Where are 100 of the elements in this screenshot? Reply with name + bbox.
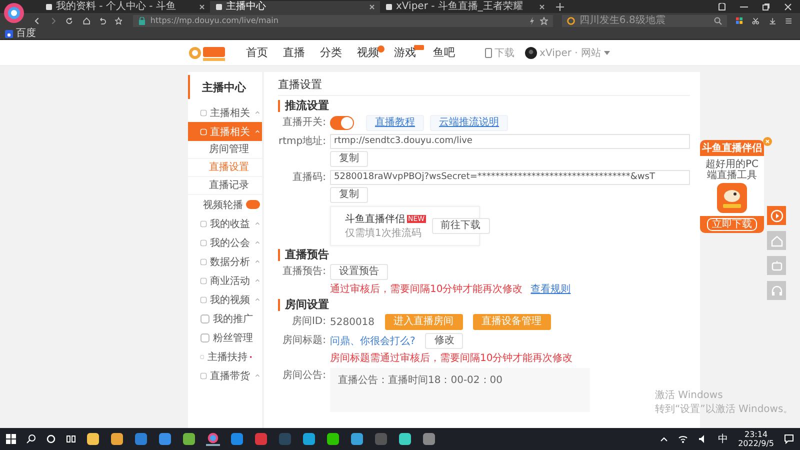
page-icon [385,3,393,11]
apps-icon[interactable] [736,16,744,26]
app-icon[interactable] [110,432,124,446]
sidebar-subitem[interactable]: 直播记录 [188,177,262,195]
close-icon[interactable] [539,4,545,10]
chevron-icon [255,129,260,134]
reload-icon[interactable] [66,16,74,26]
link-button[interactable]: 直播教程 [366,115,424,131]
text-field[interactable]: 5280018raWvpPBOj?wsSecret=**********************************&wsT [330,170,690,185]
title-link[interactable]: 问鼎、你很会打么? [330,334,416,348]
sidebar-subitem[interactable]: 房间管理 [188,141,262,159]
app-icon[interactable] [158,432,172,446]
scissors-icon[interactable] [752,16,760,26]
value-text: 5280018 [330,316,375,328]
home-icon[interactable] [82,16,90,26]
sidebar-item[interactable]: 数据分析 [188,252,262,271]
search-field[interactable]: 四川发生6.8级地震 [562,14,728,26]
notification-icon[interactable] [784,434,794,444]
app-icon[interactable] [302,432,316,446]
caret-icon [604,50,610,54]
text-field[interactable]: rtmp://sendtc3.douyu.com/live [330,134,690,149]
button[interactable]: 修改 [425,333,464,349]
dot-badge-icon [377,45,385,53]
app-icon[interactable] [398,432,412,446]
star-icon[interactable] [540,16,548,24]
text-area[interactable]: 直播公告：直播时间18：00-02：00 [330,368,590,412]
button[interactable]: 复制 [330,187,368,203]
sidebar-item[interactable]: 粉丝管理 [188,328,262,347]
section-heading: 推流设置 [278,100,690,112]
sidebar-item[interactable]: 我的推广 [188,309,262,328]
app-icon[interactable] [350,432,364,446]
chevron-icon [255,221,260,226]
nav-link[interactable]: 游戏 [394,45,416,60]
chevron-icon [255,240,260,245]
sidebar-item[interactable]: 我的收益 [188,214,262,233]
chevron-icon [255,278,260,283]
field-label: 房间ID: [290,314,326,329]
play-button[interactable] [767,206,786,225]
clock[interactable]: 23:14 2022/9/5 [738,430,774,448]
app-icon[interactable] [134,432,148,446]
browser-tab[interactable]: xViper - 斗鱼直播_王者荣耀 [380,1,550,13]
sidebar-item[interactable]: 我的公会 [188,233,262,252]
app-icon[interactable] [206,432,220,446]
rules-link[interactable]: 查看规则 [530,282,571,296]
button[interactable]: 复制 [330,151,368,167]
promo-subtitle: 仅需填1次推流码 [345,226,422,240]
page-icon [215,3,223,11]
app-icon[interactable] [86,432,100,446]
app-icon[interactable] [422,432,436,446]
app-icon[interactable] [326,432,340,446]
app-icon[interactable] [182,432,196,446]
close-icon[interactable] [199,4,205,10]
sidebar-item[interactable]: 我的视频 [188,290,262,309]
input-method[interactable]: 中 [718,432,728,446]
activation-title: 激活 Windows [655,389,724,402]
nav-link[interactable]: 直播 [283,45,305,60]
sidebar-item[interactable]: 视频轮播 [188,195,262,214]
new-tab-icon[interactable] [556,3,564,11]
network-icon[interactable] [678,434,688,444]
back-icon[interactable] [34,16,42,26]
bolt-icon[interactable] [528,16,536,24]
bookmark-link[interactable]: 百度 [5,28,36,39]
ad-subtitle: 超好用的PC端直播工具 [704,159,760,181]
forward-icon[interactable] [50,16,58,26]
restore-icon[interactable] [762,3,770,11]
star-icon[interactable] [115,16,122,26]
play-icon [768,208,784,224]
link-button[interactable]: 云端推流说明 [430,115,508,131]
phone-icon [484,48,492,58]
section-heading: 直播预告 [278,249,690,261]
close-icon[interactable] [369,4,375,10]
activation-text: 转到“设置”以激活 Windows。 [655,402,794,416]
page-icon [45,3,53,11]
chevron-icon [255,110,260,115]
nav-link[interactable]: 分类 [320,45,342,60]
sidebar-item[interactable]: 商业活动 [188,271,262,290]
nav-link[interactable]: 鱼吧 [433,45,455,60]
download-icon[interactable] [768,16,776,26]
undo-icon[interactable] [98,16,106,26]
field-label: 直播预告: [282,264,326,279]
button[interactable]: 设置预告 [330,264,388,280]
field-label: 直播开关: [282,116,326,130]
sidebar-item[interactable]: 主播扶持 [188,347,262,366]
nav-link[interactable]: 首页 [246,45,268,60]
menu-icon[interactable] [784,16,792,26]
chevron-icon[interactable] [660,435,668,443]
sidebar-item[interactable]: 主播相关 [188,103,262,122]
button[interactable]: 前往下载 [432,218,490,234]
address-bar[interactable]: https://mp.douyu.com/live/main [133,14,554,26]
toggle-switch[interactable] [330,116,354,130]
chevron-icon [255,373,260,378]
task-view-icon[interactable] [66,434,76,444]
app-icon[interactable] [230,432,244,446]
sidebar-item[interactable]: 直播带货 [188,366,262,385]
chevron-icon [255,259,260,264]
windows-logo-icon[interactable] [6,434,16,444]
close-icon[interactable] [784,3,792,11]
nav-link[interactable]: 视频 [357,45,379,60]
search-icon[interactable] [26,434,36,444]
circle-icon[interactable] [46,434,56,444]
